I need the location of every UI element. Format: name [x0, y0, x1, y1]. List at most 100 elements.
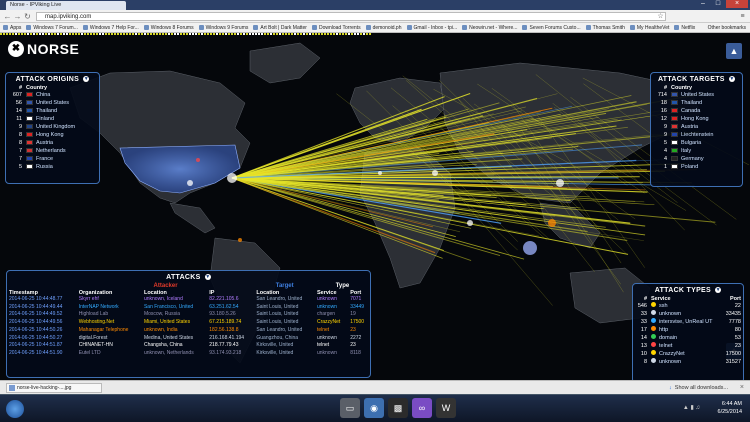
bookmark-item[interactable]: Thomas Smith: [585, 25, 625, 31]
back-button[interactable]: ←: [3, 12, 12, 21]
table-row[interactable]: 56 United States: [6, 99, 99, 107]
table-row[interactable]: 2014-06-25 10:44:51.87 CHINANET-HN Changsh…: [7, 342, 370, 350]
browser-toolbar: ← → ↻ map.ipviking.com ☆ ≡: [0, 10, 750, 23]
timeline-tick: [3, 33, 5, 35]
table-row[interactable]: 14 domain 53: [633, 334, 743, 342]
table-row[interactable]: 10 CrazzyNet 17500: [633, 350, 743, 358]
table-row[interactable]: 714 United States: [651, 91, 742, 99]
bookmark-item[interactable]: Download Torrents: [311, 25, 361, 31]
attacker-organization: Webhosting.Net: [78, 319, 115, 326]
maximize-button[interactable]: □: [711, 0, 725, 8]
table-row[interactable]: 4 Italy: [651, 147, 742, 155]
table-row[interactable]: 7 France: [6, 155, 99, 163]
table-row[interactable]: 8 unknown 31527: [633, 358, 743, 366]
table-row[interactable]: 4 Germany: [651, 155, 742, 163]
table-row[interactable]: 12 Hong Kong: [651, 115, 742, 123]
map-top-button[interactable]: ▲: [726, 43, 742, 59]
table-row[interactable]: 18 Thailand: [651, 99, 742, 107]
table-row[interactable]: 17 http 80: [633, 326, 743, 334]
bookmark-item[interactable]: Windows 7 Help For...: [82, 25, 139, 31]
bookmark-item[interactable]: Gmail - Inbox - tpi...: [406, 25, 457, 31]
attack-count: 1: [663, 164, 667, 170]
bookmark-item[interactable]: demonoid.ph: [365, 25, 402, 31]
bookmark-item[interactable]: Windows 9 Forums: [198, 25, 248, 31]
writer-icon[interactable]: W: [436, 398, 456, 418]
timeline-tick: [138, 33, 140, 35]
table-row[interactable]: 546 ssh 22: [633, 302, 743, 310]
other-bookmarks-button[interactable]: Other bookmarks: [708, 23, 746, 32]
attacker-location: Miami, United States: [143, 319, 191, 326]
table-row[interactable]: 16 Canada: [651, 107, 742, 115]
attack-timestamp: 2014-06-25 10:44:51.90: [9, 349, 63, 356]
system-tray-icons[interactable]: ▲ ▮ ♫: [683, 404, 700, 411]
attack-count: 12: [660, 116, 667, 122]
table-row[interactable]: 607 China: [6, 91, 99, 99]
minimize-button[interactable]: –: [696, 0, 710, 8]
chevron-down-icon[interactable]: ▼: [204, 274, 211, 280]
bookmark-star-icon[interactable]: ☆: [656, 12, 665, 21]
table-row[interactable]: 14 Thailand: [6, 107, 99, 115]
chrome-icon[interactable]: ◉: [364, 398, 384, 418]
file-explorer-icon[interactable]: ▭: [340, 398, 360, 418]
attack-map[interactable]: ✖ NORSE ▲ ✦ ATTACK ORIGINS ▼ #Country 60…: [0, 33, 750, 380]
bookmark-item[interactable]: Neowin.net - Where...: [462, 25, 517, 31]
table-row[interactable]: 9 Austria: [651, 123, 742, 131]
table-row[interactable]: 33 intersvise, UnReal UT 7778: [633, 318, 743, 326]
country-cell: United States: [669, 91, 742, 99]
close-download-shelf-button[interactable]: ×: [740, 383, 744, 393]
browser-tab[interactable]: Norse - IPViking Live: [6, 1, 126, 10]
close-window-button[interactable]: ×: [726, 0, 748, 8]
table-row[interactable]: 9 United Kingdom: [6, 123, 99, 131]
timeline-tick: [204, 33, 206, 35]
start-button-icon[interactable]: [6, 400, 24, 418]
chevron-down-icon[interactable]: ▼: [729, 76, 736, 82]
clock[interactable]: 6:44 AM 6/25/2014: [718, 400, 742, 416]
bookmark-item[interactable]: Netflix: [674, 25, 695, 31]
menu-icon[interactable]: ≡: [738, 12, 747, 21]
service-name: telnet: [659, 343, 673, 349]
bookmark-item[interactable]: Windows 8 Forums: [143, 25, 194, 31]
table-row[interactable]: 11 Finland: [6, 115, 99, 123]
table-row[interactable]: 33 unknown 33435: [633, 310, 743, 318]
forward-button[interactable]: →: [13, 12, 22, 21]
download-item[interactable]: norse-live-hacking-....jpg: [6, 383, 102, 393]
table-row[interactable]: 13 telnet 23: [633, 342, 743, 350]
timeline-tick: [219, 33, 221, 35]
table-row[interactable]: 2014-06-25 10:44:51.90 Eutel LTD unknown, …: [7, 350, 370, 358]
table-row[interactable]: 2014-06-25 10:44:50.26 Mahanagar Telephon…: [7, 327, 370, 335]
table-row[interactable]: 2014-06-25 10:44:49.52 Highload Lab Moscow…: [7, 311, 370, 319]
address-bar[interactable]: map.ipviking.com: [36, 12, 666, 21]
attack-count: 13: [640, 343, 647, 349]
chevron-down-icon[interactable]: ▼: [715, 287, 722, 293]
timeline-tick: [186, 33, 188, 35]
attack-count: 714: [657, 92, 667, 98]
table-row[interactable]: 2014-06-25 10:44:50.27 digital.Forest Medi…: [7, 335, 370, 343]
bookmark-item[interactable]: Art Bolt | Dark Matter: [253, 25, 307, 31]
table-row[interactable]: 2014-06-25 10:44:49.44 InterNAP Network Sa…: [7, 304, 370, 312]
table-row[interactable]: 5 Russia: [6, 163, 99, 171]
timeline-tick: [84, 33, 86, 35]
chevron-down-icon[interactable]: ▼: [83, 76, 90, 82]
table-row[interactable]: 1 Poland: [651, 163, 742, 171]
timeline-tick: [183, 33, 185, 35]
timeline-tick: [291, 33, 293, 35]
table-row[interactable]: 9 Liechtenstein: [651, 131, 742, 139]
table-row[interactable]: 8 Austria: [6, 139, 99, 147]
bookmark-item[interactable]: Apps: [3, 25, 21, 31]
table-row[interactable]: 7 Netherlands: [6, 147, 99, 155]
service-cell: telnet: [649, 342, 722, 350]
timeline-tick: [27, 33, 29, 35]
table-row[interactable]: 2014-06-25 10:44:49.56 Webhosting.Net Miam…: [7, 319, 370, 327]
terminal-icon[interactable]: ▩: [388, 398, 408, 418]
attack-count: 4: [663, 156, 667, 162]
show-all-downloads-link[interactable]: Show all downloads...: [669, 383, 728, 393]
bookmark-item[interactable]: My HealtheVet: [629, 25, 669, 31]
visual-studio-icon[interactable]: ∞: [412, 398, 432, 418]
reload-button[interactable]: ↻: [23, 12, 32, 21]
timeline-tick: [0, 33, 2, 35]
bookmark-item[interactable]: Seven Forums Custo...: [522, 25, 581, 31]
table-row[interactable]: 5 Bulgaria: [651, 139, 742, 147]
table-row[interactable]: 8 Hong Kong: [6, 131, 99, 139]
bookmark-item[interactable]: Windows 7 Forum...: [26, 25, 78, 31]
table-row[interactable]: 2014-06-25 10:44:48.77 Skyrr ehf unknown, …: [7, 296, 370, 304]
